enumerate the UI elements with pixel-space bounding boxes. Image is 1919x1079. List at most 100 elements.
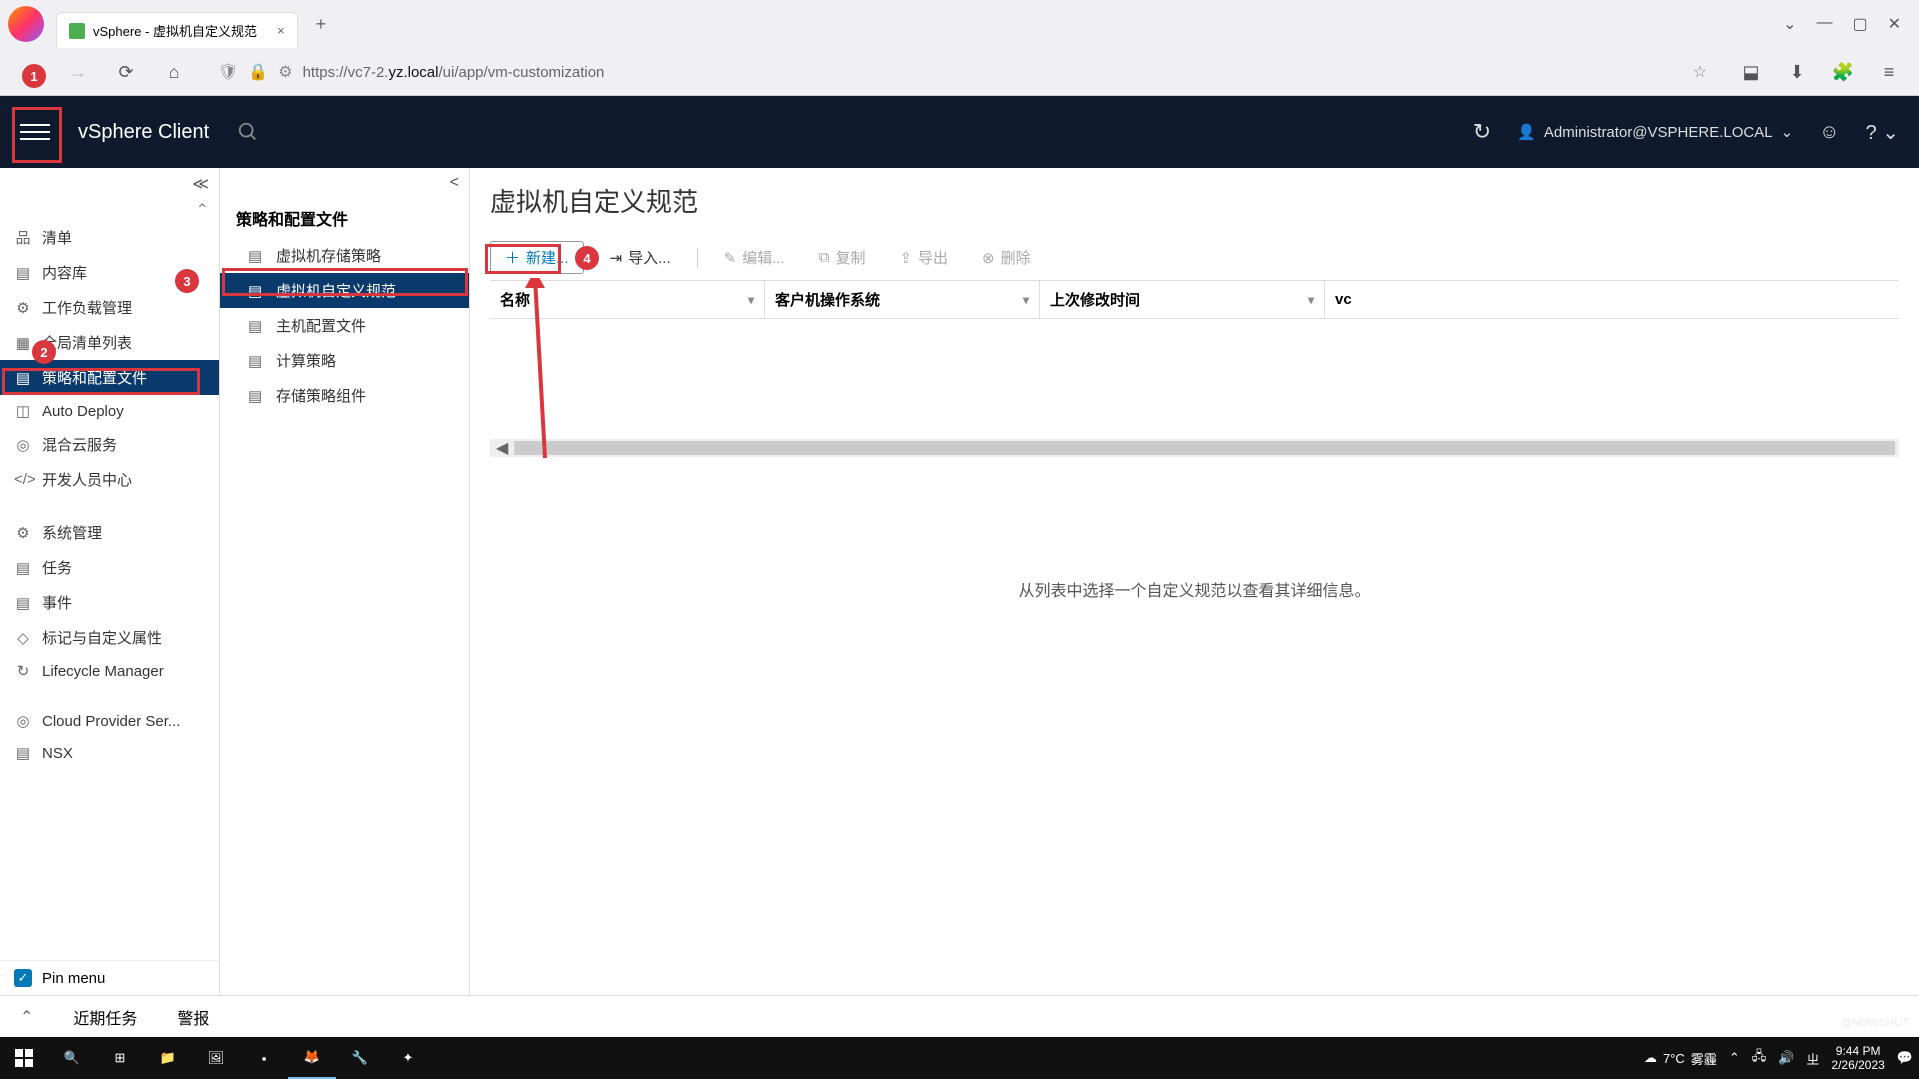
clock[interactable]: 9:44 PM 2/26/2023 [1831,1044,1884,1073]
url-input[interactable]: 🛡 🔒 ⚙ https://vc7-2.yz.local/ui/app/vm-c… [206,55,1719,89]
sidebar-item-inventory[interactable]: 品清单 [0,220,219,255]
bookmark-star-icon[interactable]: ☆ [1693,62,1707,82]
sidebar2-item-host-profile[interactable]: ▤主机配置文件 [220,308,469,343]
import-button[interactable]: ⇥导入... [602,243,679,272]
explorer-icon[interactable]: 📁 [144,1037,192,1079]
sidebar-item-devcenter[interactable]: </>开发人员中心 [0,462,219,497]
permissions-icon: ⚙ [278,62,292,82]
lifecycle-icon: ↻ [14,662,32,680]
forward-button[interactable]: → [62,56,94,88]
vsphere-header: vSphere Client ↻ 👤 Administrator@VSPHERE… [0,96,1919,168]
search-taskbar-icon[interactable]: 🔍 [48,1037,96,1079]
refresh-icon[interactable]: ↻ [1473,119,1491,145]
tab-close-icon[interactable]: × [277,23,285,38]
app1-icon[interactable]: 🖼 [192,1037,240,1079]
tray-expand-icon[interactable]: ⌃ [1729,1050,1740,1066]
window-close-icon[interactable]: ✕ [1888,14,1901,34]
sidebar-item-tasks[interactable]: ▤ 任务 [0,550,219,585]
weather-widget[interactable]: ☁ 7°C 雾霾 [1644,1049,1717,1068]
sidebar-item-nsx[interactable]: ▤NSX [0,737,219,769]
menu-hamburger-icon[interactable] [20,124,50,140]
sidebar2-item-compute-policy[interactable]: ▤计算策略 [220,343,469,378]
horizontal-scrollbar[interactable]: ◀ [490,439,1899,457]
sidebar2-item-storage-component[interactable]: ▤存储策略组件 [220,378,469,413]
search-icon[interactable] [237,121,259,143]
filter-icon[interactable]: ▾ [748,293,754,307]
global-inv-icon: ▦ [14,334,32,352]
app2-icon[interactable]: 🔧 [336,1037,384,1079]
network-icon[interactable]: 🖧 [1752,1047,1767,1069]
start-button[interactable] [0,1037,48,1079]
notifications-icon[interactable]: 💬 [1897,1050,1913,1066]
app-menu-icon[interactable]: ≡ [1873,56,1905,88]
recent-tasks-label[interactable]: 近期任务 [73,1005,137,1029]
sidebar-item-label: Cloud Provider Ser... [42,713,180,730]
pin-menu[interactable]: ✓ Pin menu [0,960,219,995]
scroll-up-icon[interactable]: ⌃ [0,200,219,220]
sidebar-item-label: 任务 [42,557,72,578]
th-os[interactable]: 客户机操作系统▾ [765,281,1040,318]
address-bar: ← → ⟳ ⌂ 🛡 🔒 ⚙ https://vc7-2.yz.local/ui/… [0,48,1919,96]
chevron-down-icon: ⌄ [1781,123,1794,141]
app-title: vSphere Client [78,121,209,144]
alarms-label[interactable]: 警报 [177,1005,209,1029]
sidebar-item-label: 混合云服务 [42,434,117,455]
cloud-icon: ◎ [14,712,32,730]
sidebar-item-workload[interactable]: ⚙工作负载管理 [0,290,219,325]
sidebar-item-hybrid[interactable]: ◎混合云服务 [0,427,219,462]
edit-button[interactable]: ✎编辑... [716,243,793,272]
sidebar2-item-vm-customization[interactable]: ▤虚拟机自定义规范 [220,273,469,308]
extensions-icon[interactable]: 🧩 [1827,56,1859,88]
storage-policy-icon: ▤ [248,247,266,265]
pin-checkbox-icon[interactable]: ✓ [14,969,32,987]
pocket-icon[interactable]: ⬓ [1735,56,1767,88]
tasks-icon: ▤ [14,559,32,577]
sidebar-item-label: Lifecycle Manager [42,663,164,680]
shield-icon: 🛡 [218,62,238,82]
sidebar-collapse-icon[interactable]: ≪ [0,168,219,200]
watermark: @NOWSHUT [1841,1017,1909,1029]
sidebar-item-tags[interactable]: ◇标记与自定义属性 [0,620,219,655]
sidebar2-collapse-icon[interactable]: < [220,168,469,198]
terminal-icon[interactable]: ▪ [240,1037,288,1079]
filter-icon[interactable]: ▾ [1308,293,1314,307]
sidebar-item-cloud-provider[interactable]: ◎ Cloud Provider Ser... [0,705,219,737]
downloads-icon[interactable]: ⬇ [1781,56,1813,88]
copy-button[interactable]: ⧉复制 [811,243,874,272]
reload-button[interactable]: ⟳ [110,56,142,88]
app3-icon[interactable]: ✦ [384,1037,432,1079]
task-view-icon[interactable]: ⊞ [96,1037,144,1079]
scroll-left-icon[interactable]: ◀ [490,438,514,458]
sidebar-item-admin[interactable]: ⚙系统管理 [0,515,219,550]
window-minimize-icon[interactable]: — [1816,14,1832,34]
scrollbar-thumb[interactable] [514,441,1895,455]
volume-icon[interactable]: 🔊 [1778,1050,1794,1066]
sidebar-item-autodeploy[interactable]: ◫Auto Deploy [0,395,219,427]
filter-icon[interactable]: ▾ [1023,293,1029,307]
th-vc[interactable]: vc [1325,281,1899,318]
delete-button[interactable]: ⊗删除 [974,243,1039,272]
user-menu[interactable]: 👤 Administrator@VSPHERE.LOCAL ⌄ [1517,123,1793,141]
browser-tab[interactable]: vSphere - 虚拟机自定义规范 × [56,12,298,48]
ime-icon[interactable]: ㄓ [1806,1049,1819,1068]
sidebar-item-policies[interactable]: ▤策略和配置文件 [0,360,219,395]
compute-policy-icon: ▤ [248,352,266,370]
th-name[interactable]: 名称▾ [490,281,765,318]
export-button[interactable]: ⇪导出 [891,243,956,272]
plus-icon: ＋ [505,247,520,268]
sidebar-item-label: 系统管理 [42,522,102,543]
sidebar-item-lifecycle[interactable]: ↻ Lifecycle Manager [0,655,219,687]
new-tab-button[interactable]: + [306,14,337,35]
th-modified[interactable]: 上次修改时间▾ [1040,281,1325,318]
window-maximize-icon[interactable]: ▢ [1852,14,1867,34]
tasks-expand-icon[interactable]: ⌃ [20,1007,33,1027]
sidebar2-item-storage-policy[interactable]: ▤虚拟机存储策略 [220,238,469,273]
sidebar-item-events[interactable]: ▤事件 [0,585,219,620]
help-icon[interactable]: ? ⌄ [1866,120,1899,145]
home-button[interactable]: ⌂ [158,56,190,88]
pin-label: Pin menu [42,970,105,987]
smiley-icon[interactable]: ☺ [1819,121,1839,144]
window-dropdown-icon[interactable]: ⌄ [1783,14,1796,34]
firefox-taskbar-icon[interactable]: 🦊 [288,1037,336,1079]
new-button[interactable]: ＋新建... [490,241,584,274]
